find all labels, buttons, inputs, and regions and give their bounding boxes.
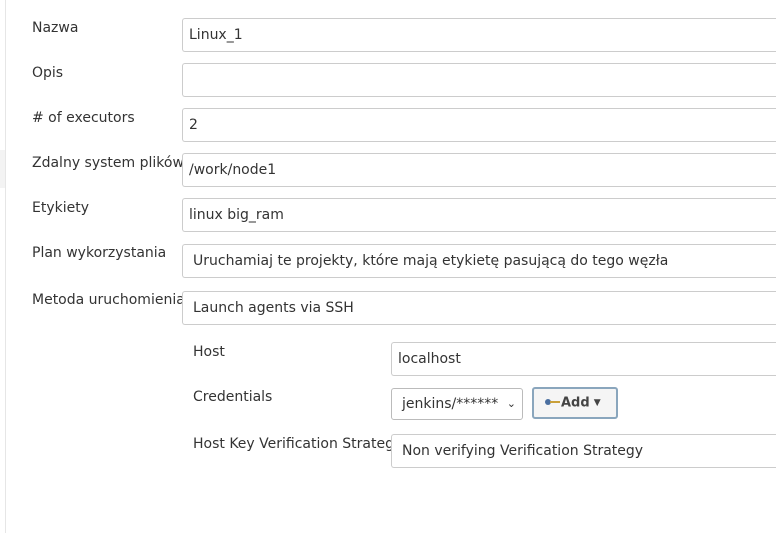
name-input[interactable]: Linux_1 [182,18,776,52]
launch-method-label: Metoda uruchomienia [32,292,185,308]
usage-label: Plan wykorzystania [32,245,167,261]
usage-select[interactable]: Uruchamiaj te projekty, które mają etyki… [182,244,776,278]
add-button-label: Add [561,395,590,411]
name-label: Nazwa [32,20,79,36]
labels-label: Etykiety [32,200,90,216]
description-label: Opis [32,65,64,81]
key-icon [545,397,561,407]
executors-input[interactable]: 2 [182,108,776,142]
launch-method-select[interactable]: Launch agents via SSH [182,291,776,325]
host-label: Host [193,344,225,360]
add-credentials-button[interactable]: Add ▼ [532,387,618,419]
host-key-select[interactable]: Non verifying Verification Strategy [391,434,776,468]
node-config-page: Nazwa Linux_1 Opis # of executors 2 Zdal… [0,0,776,533]
remote-fs-input[interactable]: /work/node1 [182,153,776,187]
executors-label: # of executors [32,110,135,126]
labels-input[interactable]: linux big_ram [182,198,776,232]
host-input[interactable]: localhost [391,342,776,376]
caret-down-icon: ▼ [593,398,601,408]
host-key-label: Host Key Verification Strategy [193,436,403,452]
description-input[interactable] [182,63,776,97]
row-highlight [0,150,5,188]
credentials-value: jenkins/****** [402,396,499,412]
credentials-select[interactable]: jenkins/****** ⌄ [391,388,523,420]
credentials-label: Credentials [193,389,273,405]
sidebar-divider [5,0,6,533]
remote-fs-label: Zdalny system plików [32,155,184,171]
chevron-down-icon: ⌄ [506,397,516,410]
